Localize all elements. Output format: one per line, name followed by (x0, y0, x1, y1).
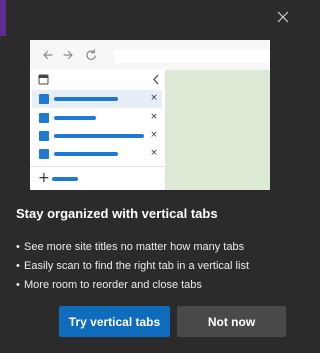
illustration-tab: × (32, 127, 162, 145)
tab-close-icon: × (150, 148, 158, 158)
tab-close-icon: × (150, 130, 158, 140)
illustration-tab: × (32, 145, 162, 163)
illustration-toolbar (30, 40, 270, 70)
collapse-pane-icon (153, 74, 159, 85)
feature-text: More room to reorder and close tabs (24, 279, 202, 291)
window-accent-strip (0, 0, 6, 36)
back-arrow-icon (43, 50, 53, 60)
tab-close-icon: × (150, 112, 158, 122)
address-bar (114, 50, 270, 63)
not-now-button[interactable]: Not now (177, 306, 286, 337)
feature-item: • Easily scan to find the right tab in a … (16, 260, 249, 272)
favicon-icon (39, 113, 49, 123)
tab-title-placeholder (54, 152, 118, 156)
illustration-tab: × (32, 109, 162, 127)
tab-title-placeholder (54, 134, 144, 138)
feature-item: • More room to reorder and close tabs (16, 279, 202, 291)
tab-title-placeholder (54, 116, 96, 120)
close-button[interactable] (272, 6, 294, 28)
plus-icon: + (38, 170, 50, 186)
vertical-tab-pane: × × × × + (30, 70, 166, 190)
try-vertical-tabs-button[interactable]: Try vertical tabs (59, 306, 170, 337)
dialog-title: Stay organized with vertical tabs (16, 206, 218, 221)
close-icon (277, 11, 289, 23)
feature-text: Easily scan to find the right tab in a v… (24, 260, 249, 272)
feature-text: See more site titles no matter how many … (24, 241, 245, 253)
new-tab-label-placeholder (52, 177, 78, 181)
favicon-icon (39, 94, 49, 104)
tab-close-icon: × (150, 93, 158, 103)
illustration-tab: × (32, 90, 162, 108)
tab-title-placeholder (54, 97, 118, 101)
refresh-icon (86, 49, 96, 60)
favicon-icon (39, 131, 49, 141)
feature-item: • See more site titles no matter how many… (16, 241, 245, 253)
illustration-new-tab: + (30, 166, 166, 190)
tab-actions-icon (38, 74, 49, 85)
forward-arrow-icon (63, 50, 73, 60)
page-content-area (166, 70, 270, 190)
feature-list: • See more site titles no matter how many… (16, 238, 292, 295)
favicon-icon (39, 149, 49, 159)
vertical-tabs-illustration: × × × × + (30, 40, 270, 190)
